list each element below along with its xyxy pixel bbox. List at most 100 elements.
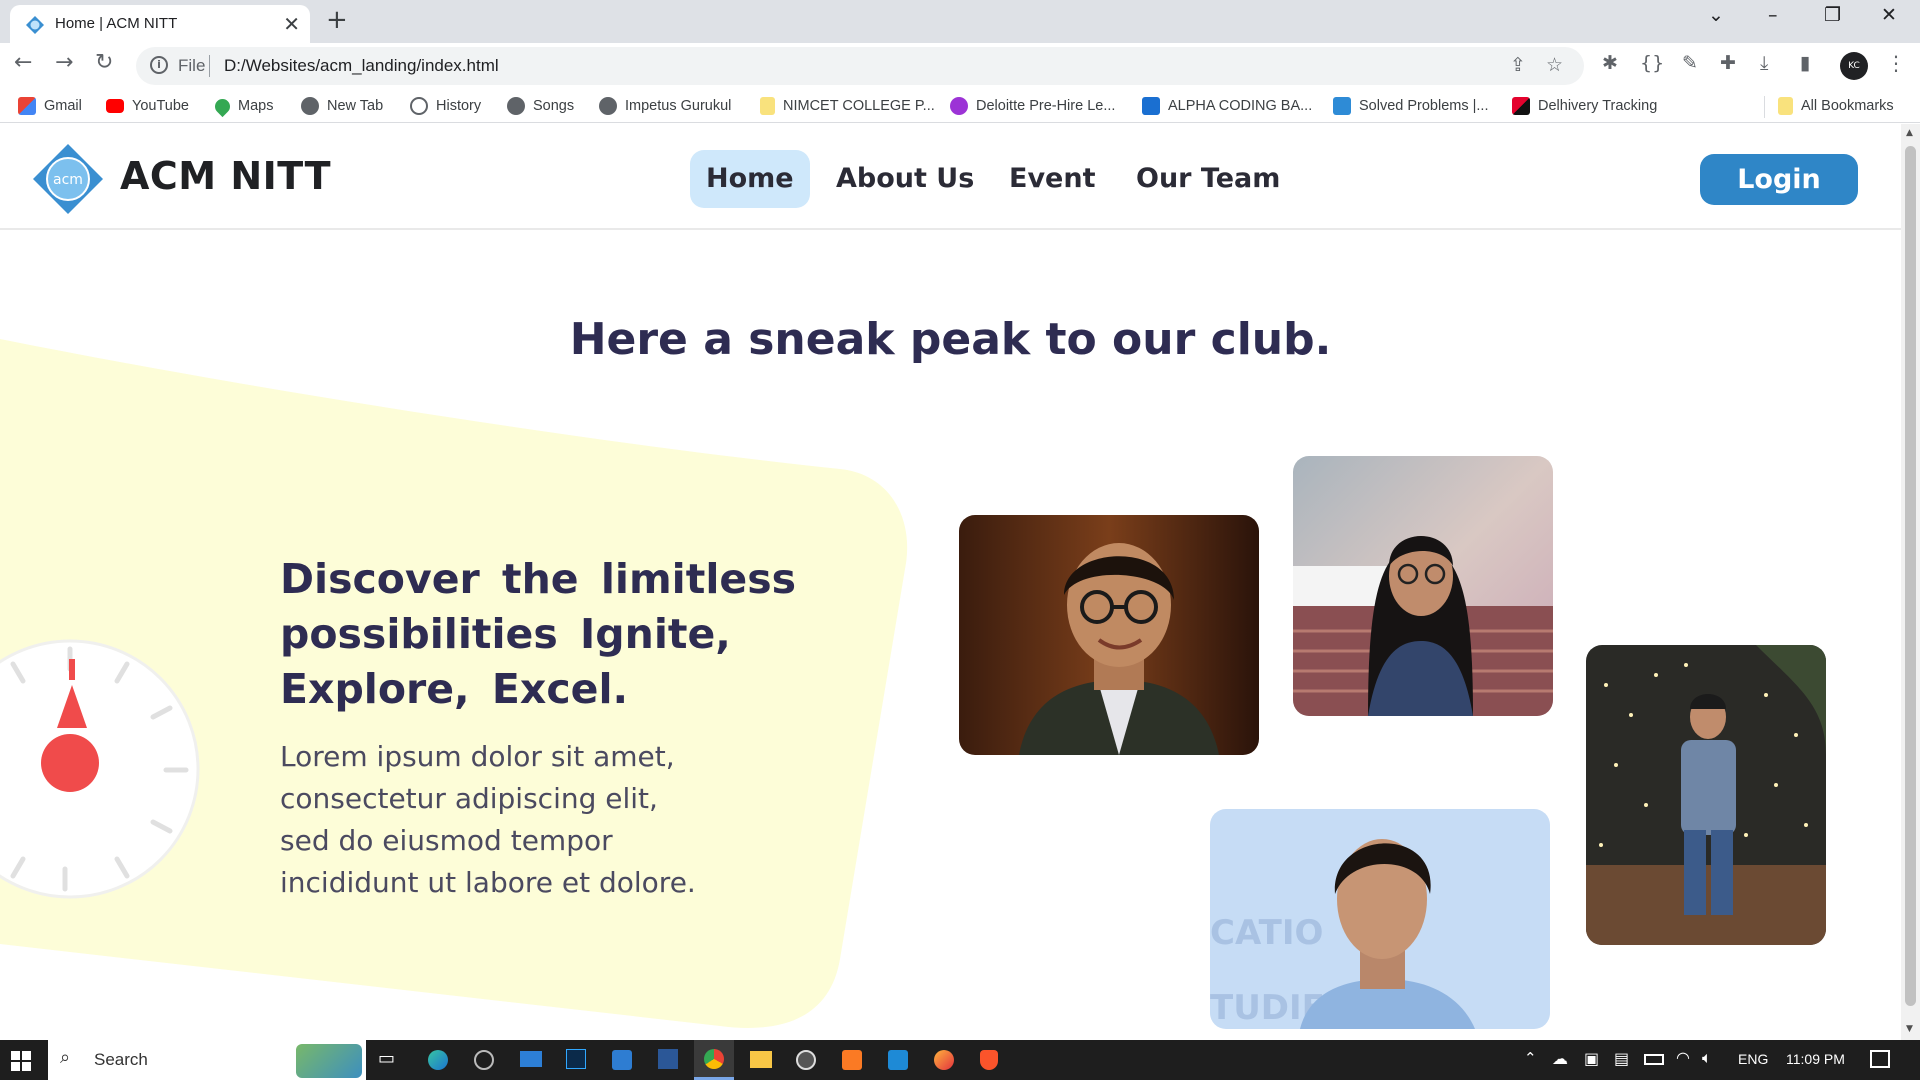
file-explorer-icon[interactable] <box>750 1051 772 1068</box>
bookmark-gmail[interactable]: Gmail <box>18 96 82 116</box>
svg-text:acm: acm <box>53 172 83 188</box>
bookmark-new-tab[interactable]: New Tab <box>301 96 383 116</box>
restore-icon[interactable]: ❐ <box>1824 4 1841 26</box>
json-extension-icon[interactable]: {} <box>1640 52 1664 74</box>
browser-menu-icon[interactable]: ⋮ <box>1886 51 1906 75</box>
onedrive-icon[interactable]: ☁ <box>1552 1049 1568 1068</box>
bookmark-label: Songs <box>533 98 575 114</box>
language-indicator[interactable]: ENG <box>1738 1051 1768 1067</box>
member-photo-3 <box>1586 645 1826 945</box>
all-bookmarks[interactable]: All Bookmarks <box>1778 96 1894 116</box>
page-scrollbar[interactable]: ▲ ▼ <box>1901 124 1920 1040</box>
folder-icon <box>760 97 775 115</box>
newtab-icon <box>301 97 319 115</box>
windows-taskbar: ⌕ Search ▭ ⌃ ☁ ▣ ▤ ◠ 🔈︎ ENG 11:09 PM <box>0 1040 1920 1080</box>
firefox-icon[interactable] <box>934 1050 954 1070</box>
bookmark-solved-problems[interactable]: Solved Problems |... <box>1333 96 1489 116</box>
minimize-icon[interactable]: – <box>1768 4 1778 26</box>
taskbar-search-box[interactable]: ⌕ Search <box>48 1040 366 1080</box>
nav-about-us[interactable]: About Us <box>820 150 990 208</box>
bookmark-history[interactable]: History <box>410 96 481 116</box>
nav-our-team[interactable]: Our Team <box>1120 150 1296 208</box>
edge-icon[interactable] <box>428 1050 448 1070</box>
bookmark-label: YouTube <box>132 98 189 114</box>
tab-search-chevron-icon[interactable]: ⌄ <box>1708 4 1724 26</box>
scroll-up-icon[interactable]: ▲ <box>1906 128 1913 138</box>
site-info-icon[interactable]: i <box>150 56 168 74</box>
bookmark-label: History <box>436 98 482 114</box>
dell-icon[interactable] <box>474 1050 494 1070</box>
clock-time[interactable]: 11:09 PM <box>1786 1051 1845 1067</box>
back-icon[interactable]: ← <box>14 50 32 75</box>
scroll-thumb[interactable] <box>1905 146 1916 1006</box>
mail-icon[interactable] <box>520 1051 542 1067</box>
scroll-down-icon[interactable]: ▼ <box>1906 1024 1913 1034</box>
maps-icon <box>211 95 234 117</box>
display-icon[interactable]: ▤ <box>1614 1049 1629 1068</box>
close-window-icon[interactable]: ✕ <box>1881 4 1897 26</box>
brand-name[interactable]: ACM NITT <box>120 154 331 198</box>
browser-tab[interactable]: Home | ACM NITT ✕ <box>10 5 310 43</box>
bookmark-songs[interactable]: Songs <box>507 96 574 116</box>
login-button[interactable]: Login <box>1700 154 1858 205</box>
bookmark-label: Solved Problems |... <box>1359 98 1489 114</box>
word-icon[interactable] <box>658 1049 678 1069</box>
address-bar[interactable]: i File D:/Websites/acm_landing/index.htm… <box>136 47 1584 85</box>
globe-icon <box>507 97 525 115</box>
history-icon <box>410 97 428 115</box>
download-manager-icon[interactable] <box>612 1050 632 1070</box>
hero-body: Lorem ipsum dolor sit amet, consectetur … <box>280 740 696 899</box>
stopwatch-illustration <box>0 639 200 899</box>
bookmark-maps[interactable]: Maps <box>211 95 274 117</box>
bookmark-nimcet-college[interactable]: NIMCET COLLEGE P... <box>760 96 935 116</box>
notifications-icon[interactable] <box>1870 1050 1890 1068</box>
share-icon[interactable]: ⇪ <box>1510 54 1526 76</box>
gmail-icon <box>18 97 36 115</box>
address-url[interactable]: D:/Websites/acm_landing/index.html <box>224 56 499 76</box>
volume-icon[interactable]: 🔈︎ <box>1702 1048 1712 1068</box>
chrome-icon[interactable] <box>694 1040 734 1080</box>
forward-icon[interactable]: → <box>55 50 73 75</box>
page-viewport: acm ACM NITT Home About Us Event Our Tea… <box>0 124 1901 1040</box>
new-tab-button[interactable]: + <box>326 5 348 35</box>
bookmark-delhivery[interactable]: Delhivery Tracking <box>1512 96 1657 116</box>
show-hidden-icons[interactable]: ⌃ <box>1524 1049 1537 1067</box>
tab-title: Home | ACM NITT <box>55 15 178 32</box>
nav-home[interactable]: Home <box>690 150 810 208</box>
svg-text:CATIO: CATIO <box>1210 913 1323 953</box>
nav-event[interactable]: Event <box>993 150 1111 208</box>
acm-logo-icon[interactable]: acm <box>33 144 103 214</box>
alpha-icon <box>1142 97 1160 115</box>
bookmark-youtube[interactable]: YouTube <box>106 96 189 116</box>
acm-favicon-icon <box>26 16 44 34</box>
profile-avatar[interactable]: KC <box>1840 52 1868 80</box>
bookmark-label: ALPHA CODING BA... <box>1168 98 1313 114</box>
bug-extension-icon[interactable]: ✱ <box>1602 52 1618 74</box>
youtube-icon <box>106 99 124 113</box>
bookmark-label: Deloitte Pre-Hire Le... <box>976 98 1116 114</box>
side-panel-icon[interactable]: ▮ <box>1800 52 1810 74</box>
bookmark-alpha-coding[interactable]: ALPHA CODING BA... <box>1142 96 1312 116</box>
windows-start-icon[interactable] <box>11 1051 31 1071</box>
browser-toolbar: ← → ↻ i File D:/Websites/acm_landing/ind… <box>0 43 1920 89</box>
media-player-icon[interactable] <box>796 1050 816 1070</box>
tab-close-icon[interactable]: ✕ <box>283 12 300 36</box>
bookmark-deloitte[interactable]: Deloitte Pre-Hire Le... <box>950 96 1115 116</box>
eyedropper-extension-icon[interactable]: ✎ <box>1682 52 1698 74</box>
all-bookmarks-label: All Bookmarks <box>1801 98 1894 114</box>
xampp-icon[interactable] <box>842 1050 862 1070</box>
bookmark-impetus-gurukul[interactable]: Impetus Gurukul <box>599 96 731 116</box>
downloads-icon[interactable]: ⤓ <box>1760 52 1768 74</box>
extensions-puzzle-icon[interactable]: ✚ <box>1720 52 1736 74</box>
bookmark-star-icon[interactable]: ☆ <box>1546 54 1563 76</box>
task-view-icon[interactable]: ▭ <box>378 1048 395 1069</box>
hero-heading: Discover the limitless possibilities Ign… <box>280 555 797 713</box>
brave-icon[interactable] <box>980 1050 998 1070</box>
wifi-icon[interactable]: ◠ <box>1676 1048 1690 1067</box>
reload-icon[interactable]: ↻ <box>95 50 113 75</box>
bookmark-label: Maps <box>238 98 274 114</box>
battery-icon[interactable] <box>1644 1054 1664 1065</box>
usb-icon[interactable]: ▣ <box>1584 1049 1599 1068</box>
vscode-icon[interactable] <box>888 1050 908 1070</box>
photoshop-icon[interactable] <box>566 1049 586 1069</box>
